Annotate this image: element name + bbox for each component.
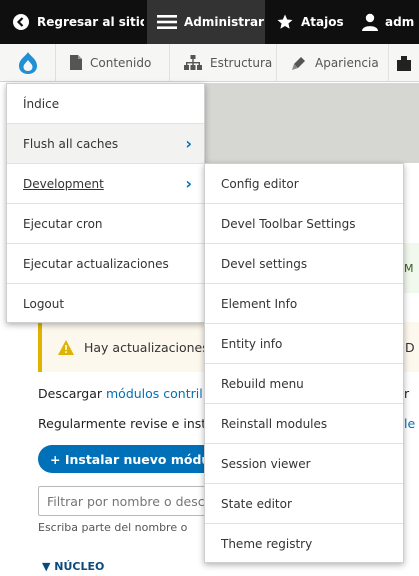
toolbar-tab-administrar[interactable]: Administrar <box>147 0 265 44</box>
hamburger-icon <box>157 14 177 30</box>
chevron-right-icon: › <box>185 173 192 193</box>
tray-item-contenido[interactable]: Contenido <box>56 44 170 81</box>
toolbar-tab-atajos[interactable]: Atajos <box>276 0 356 44</box>
menu-item-development[interactable]: Development › <box>7 164 204 204</box>
review-prefix: Regularmente revise e inst <box>38 416 207 431</box>
menu-item-label: Ejecutar cron <box>23 216 103 231</box>
menu-item-label: Ejecutar actualizaciones <box>23 256 169 271</box>
user-label: adm <box>385 15 415 29</box>
submenu-item-rebuild-menu[interactable]: Rebuild menu <box>205 364 403 404</box>
admin-dropdown-menu: Índice Flush all caches › Development › … <box>6 83 205 323</box>
menu-item-label: Índice <box>23 96 60 111</box>
submenu-item-element-info[interactable]: Element Info <box>205 284 403 324</box>
menu-item-flush-caches[interactable]: Flush all caches › <box>7 124 204 164</box>
review-link-tail[interactable]: le <box>404 416 415 431</box>
tray-item-estructura[interactable]: Estructura <box>170 44 277 81</box>
sitemap-icon <box>184 55 202 70</box>
administrar-label: Administrar <box>184 15 264 29</box>
submenu-item-theme-registry[interactable]: Theme registry <box>205 524 403 564</box>
review-text: Regularmente revise e inst <box>38 416 206 431</box>
tray-item-extend[interactable] <box>389 44 419 81</box>
download-text-tail: r <box>404 386 410 401</box>
menu-item-indice[interactable]: Índice <box>7 84 204 124</box>
contrib-modules-link[interactable]: módulos contril <box>106 386 203 401</box>
atajos-label: Atajos <box>301 15 344 29</box>
contenido-label: Contenido <box>90 55 152 70</box>
submenu-item-config-editor[interactable]: Config editor <box>205 164 403 204</box>
drupal-logo-icon[interactable] <box>0 44 56 81</box>
menu-item-ejecutar-cron[interactable]: Ejecutar cron <box>7 204 204 244</box>
toolbar-tray: Contenido Estructura Apariencia <box>0 44 419 82</box>
chevron-right-icon: › <box>185 133 192 153</box>
tray-item-apariencia[interactable]: Apariencia <box>277 44 389 81</box>
estructura-label: Estructura <box>210 55 273 70</box>
document-icon <box>70 55 82 70</box>
menu-item-label: Development <box>23 176 104 191</box>
download-modules-text: Descargar módulos contril <box>38 386 203 401</box>
star-icon <box>276 13 294 31</box>
submenu-item-devel-toolbar-settings[interactable]: Devel Toolbar Settings <box>205 204 403 244</box>
arrow-left-circle-icon <box>12 13 30 31</box>
menu-item-ejecutar-actualizaciones[interactable]: Ejecutar actualizaciones <box>7 244 204 284</box>
page-header-band <box>205 83 419 163</box>
submenu-item-entity-info[interactable]: Entity info <box>205 324 403 364</box>
user-icon <box>362 13 378 31</box>
download-prefix: Descargar <box>38 386 106 401</box>
back-to-site-link[interactable]: Regresar al sitio <box>12 0 144 44</box>
warning-icon <box>58 339 74 355</box>
development-submenu: Config editor Devel Toolbar Settings Dev… <box>204 163 404 563</box>
submenu-item-reinstall-modules[interactable]: Reinstall modules <box>205 404 403 444</box>
core-section-toggle[interactable]: ▼ NÚCLEO <box>42 560 104 573</box>
paintbrush-icon <box>291 55 307 71</box>
warning-text: Hay actualizaciones <box>84 339 209 355</box>
apariencia-label: Apariencia <box>315 55 379 70</box>
status-message-text: M <box>404 262 414 275</box>
menu-item-label: Logout <box>23 297 65 311</box>
submenu-item-session-viewer[interactable]: Session viewer <box>205 444 403 484</box>
puzzle-icon <box>397 55 411 71</box>
back-to-site-label: Regresar al sitio <box>37 15 144 29</box>
submenu-item-state-editor[interactable]: State editor <box>205 484 403 524</box>
admin-toolbar: Regresar al sitio Administrar Atajos adm <box>0 0 419 44</box>
submenu-item-devel-settings[interactable]: Devel settings <box>205 244 403 284</box>
menu-item-logout[interactable]: Logout <box>7 284 204 324</box>
filter-description: Escriba parte del nombre o <box>38 521 188 534</box>
toolbar-tab-user[interactable]: adm <box>362 0 419 44</box>
menu-item-label: Flush all caches <box>23 136 119 151</box>
warning-text-tail: D <box>405 340 415 355</box>
